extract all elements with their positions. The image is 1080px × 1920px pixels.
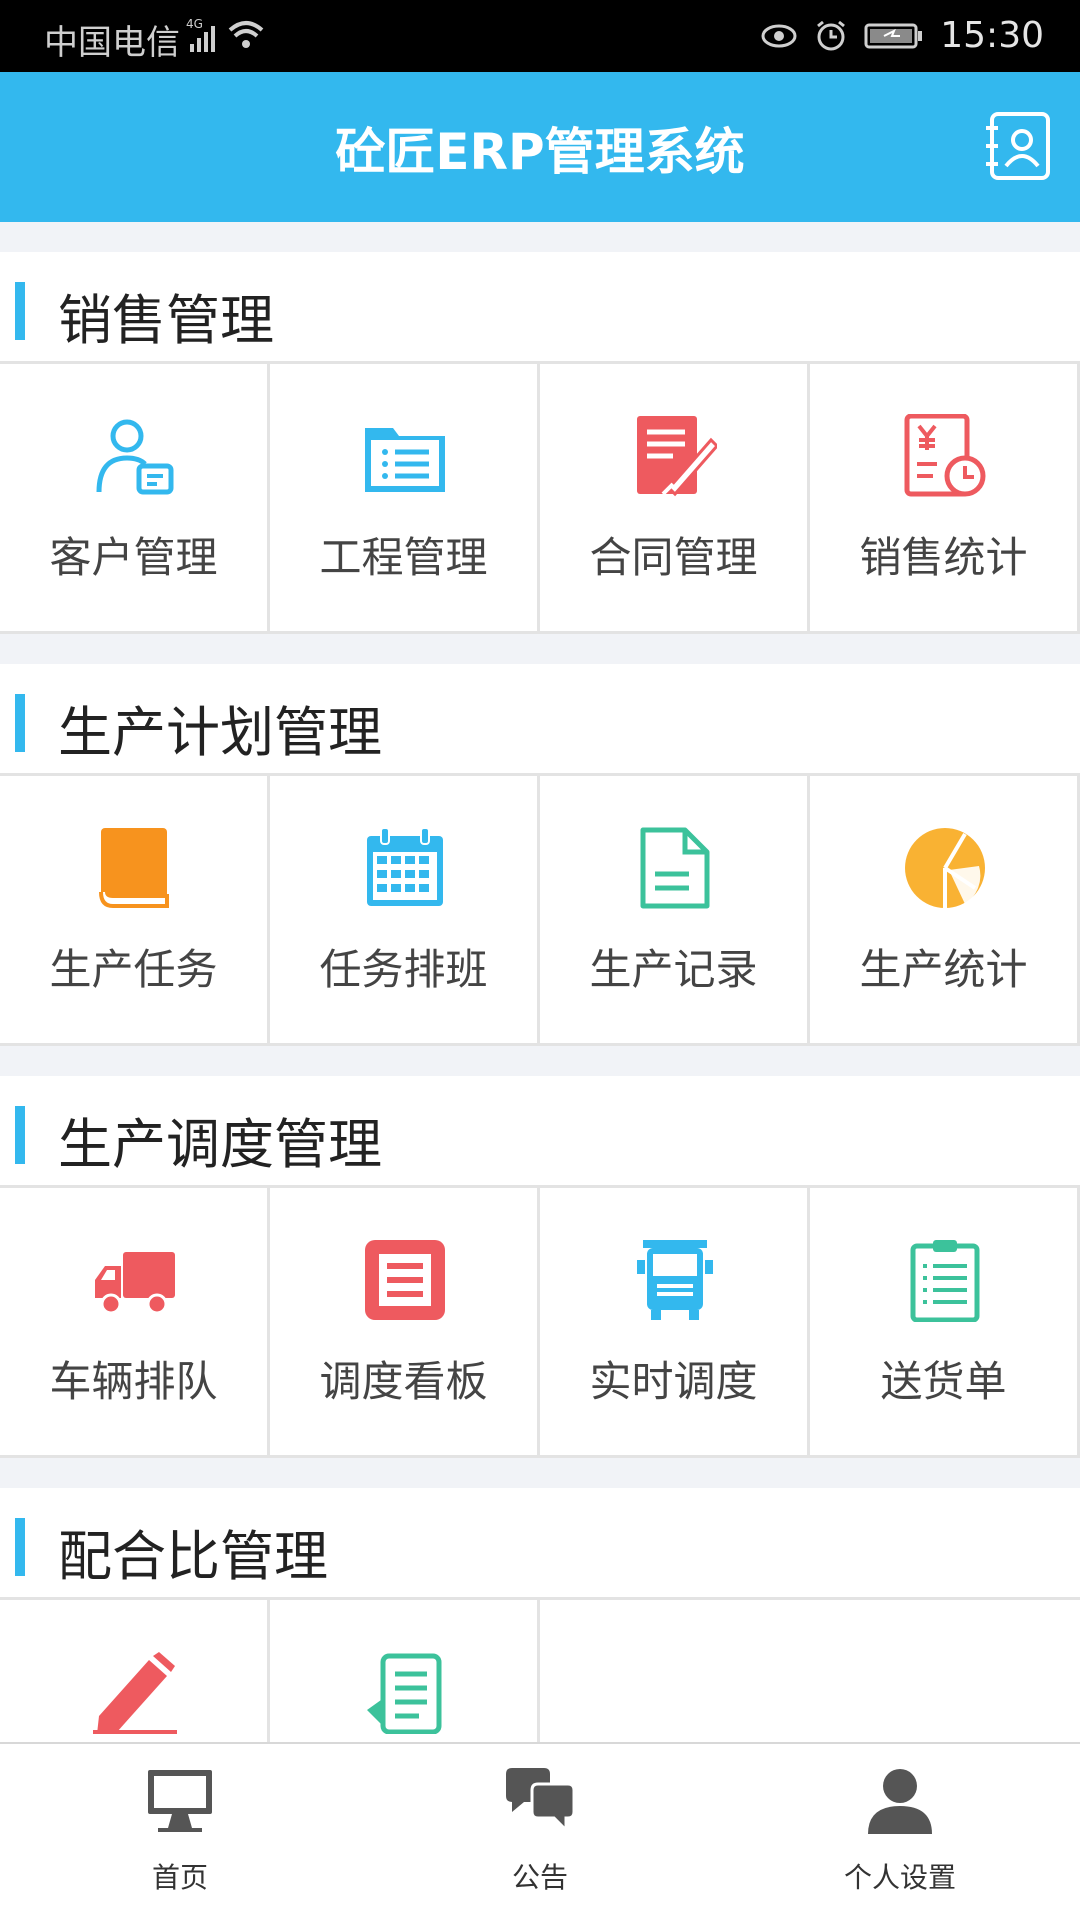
folder-list-icon (365, 428, 445, 492)
menu-item-production-record[interactable]: 生产记录 (540, 776, 810, 1046)
menu-item-label: 车辆排队 (49, 1357, 218, 1406)
menu-item-vehicle-queue[interactable]: 车辆排队 (0, 1188, 270, 1458)
clock-time: 15:30 (940, 15, 1044, 56)
section-title: 配合比管理 (58, 1525, 328, 1588)
section-title: 生产调度管理 (58, 1113, 382, 1176)
menu-item-dispatch-board[interactable]: 调度看板 (270, 1188, 540, 1458)
signal-wifi-icon: 4G (186, 17, 264, 52)
menu-item-project[interactable]: 工程管理 (270, 364, 540, 634)
customer-icon (96, 419, 174, 495)
carrier-name: 中国电信 (44, 23, 180, 63)
section-header: 配合比管理 (0, 1488, 1080, 1600)
section-accent-bar (15, 694, 25, 752)
contract-pen-icon (637, 416, 717, 497)
menu-item-mix-list[interactable] (270, 1600, 540, 1742)
clipboard-icon (910, 1240, 980, 1322)
user-icon (868, 1769, 932, 1834)
menu-item-production-task[interactable]: 生产任务 (0, 776, 270, 1046)
battery-icon (864, 23, 923, 48)
tab-label: 公告 (511, 1861, 568, 1894)
menu-item-production-stats[interactable]: 生产统计 (810, 776, 1080, 1046)
menu-item-delivery-note[interactable]: 送货单 (810, 1188, 1080, 1458)
network-type: 4G (186, 17, 203, 31)
menu-grid: 车辆排队 调度看板 实时调度 送货单 (0, 1188, 1080, 1458)
section-dispatch: 生产调度管理 车辆排队 调度看板 实时调度 送货单 (0, 1076, 1080, 1458)
tab-label: 首页 (151, 1861, 208, 1894)
menu-item-label: 调度看板 (319, 1357, 488, 1406)
menu-item-label: 生产任务 (49, 945, 218, 994)
menu-grid (0, 1600, 1080, 1742)
menu-grid: 客户管理 工程管理 合同管理 销售统计 (0, 364, 1080, 634)
sales-stats-icon (904, 414, 986, 497)
menu-item-label: 送货单 (880, 1357, 1007, 1406)
tab-announcement[interactable]: 公告 (360, 1744, 720, 1920)
calendar-icon (367, 827, 443, 906)
contacts-icon[interactable] (982, 110, 1054, 182)
section-header: 生产调度管理 (0, 1076, 1080, 1188)
menu-item-label: 任务排班 (319, 945, 488, 994)
page-title: 砼匠ERP管理系统 (335, 123, 745, 181)
pie-chart-icon (905, 828, 985, 908)
section-accent-bar (15, 1106, 25, 1164)
menu-item-sales-stats[interactable]: 销售统计 (810, 364, 1080, 634)
section-accent-bar (15, 1518, 25, 1576)
section-accent-bar (15, 282, 25, 340)
eye-icon (761, 24, 797, 47)
section-mix-ratio: 配合比管理 (0, 1488, 1080, 1742)
menu-item-label: 生产统计 (859, 945, 1028, 994)
list-doc-icon (367, 1653, 442, 1734)
section-title: 销售管理 (58, 289, 274, 352)
menu-item-label: 实时调度 (589, 1357, 758, 1406)
menu-item-contract[interactable]: 合同管理 (540, 364, 810, 634)
monitor-icon (148, 1770, 212, 1832)
bottom-tab-bar: 首页 公告 个人设置 (0, 1742, 1080, 1920)
empty-cell (540, 1600, 1080, 1742)
menu-item-label: 客户管理 (49, 533, 218, 582)
alarm-icon (817, 20, 846, 50)
menu-item-task-schedule[interactable]: 任务排班 (270, 776, 540, 1046)
section-title: 生产计划管理 (58, 701, 382, 764)
status-bar: 中国电信 4G 15:30 (0, 0, 1080, 72)
menu-item-label: 销售统计 (859, 533, 1028, 582)
board-icon (365, 1240, 445, 1320)
menu-item-label: 工程管理 (319, 533, 488, 582)
bus-front-icon (637, 1240, 713, 1320)
tab-label: 个人设置 (843, 1861, 956, 1894)
tab-home[interactable]: 首页 (0, 1744, 360, 1920)
menu-item-mix-edit[interactable] (0, 1600, 270, 1742)
section-sales: 销售管理 客户管理 工程管理 合同管理 销售统计 (0, 252, 1080, 634)
section-production-plan: 生产计划管理 生产任务 任务排班 生产记录 生产统计 (0, 664, 1080, 1046)
section-header: 生产计划管理 (0, 664, 1080, 776)
truck-icon (95, 1252, 175, 1315)
pencil-icon (93, 1652, 177, 1734)
menu-grid: 生产任务 任务排班 生产记录 生产统计 (0, 776, 1080, 1046)
document-icon (640, 827, 710, 909)
menu-item-label: 合同管理 (589, 533, 758, 582)
menu-item-label: 生产记录 (589, 945, 758, 994)
menu-item-customer[interactable]: 客户管理 (0, 364, 270, 634)
book-icon (99, 828, 169, 908)
section-header: 销售管理 (0, 252, 1080, 364)
tab-personal-settings[interactable]: 个人设置 (720, 1744, 1080, 1920)
main-content: 销售管理 客户管理 工程管理 合同管理 销售统计 生产计划管理 生产任务 任务排… (0, 222, 1080, 1742)
app-header: 砼匠ERP管理系统 (0, 72, 1080, 222)
status-right: 15:30 (760, 15, 1044, 56)
menu-item-realtime-dispatch[interactable]: 实时调度 (540, 1188, 810, 1458)
chat-bubbles-icon (506, 1768, 576, 1834)
